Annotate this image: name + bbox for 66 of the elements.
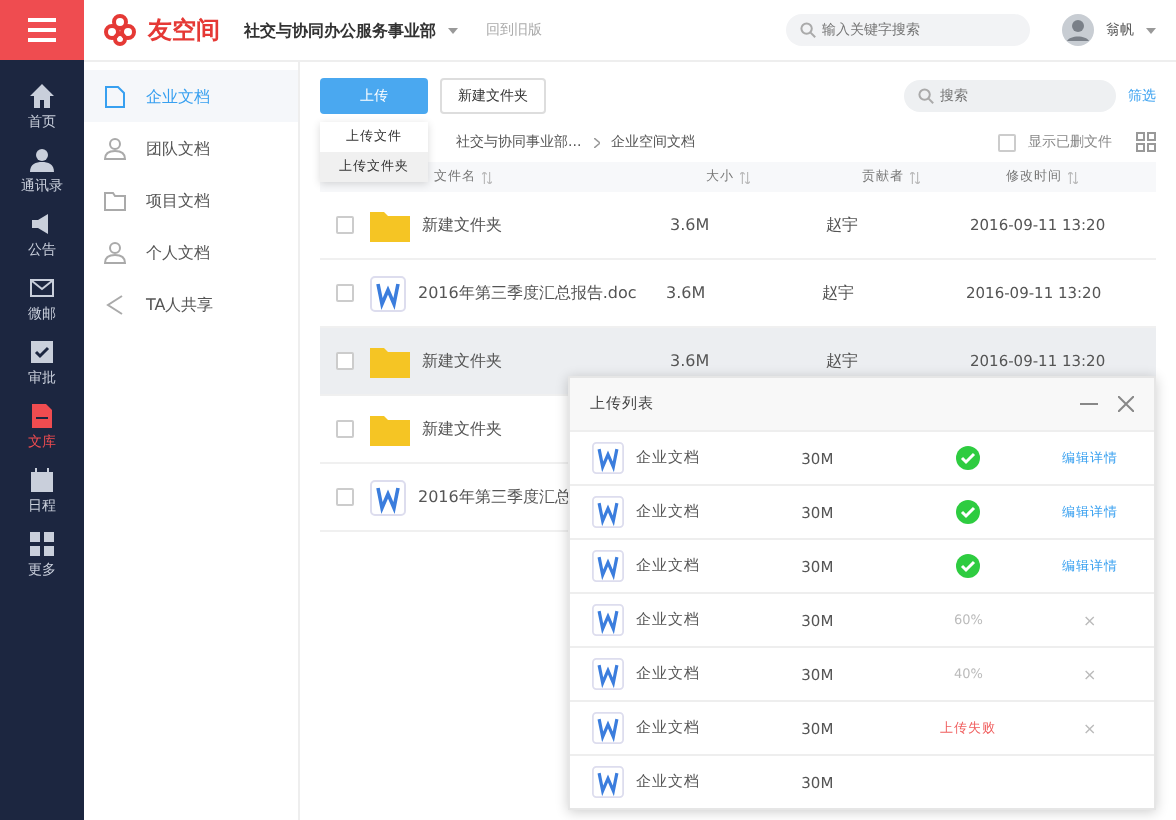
menu-icon [28, 18, 56, 42]
sidebar-item[interactable]: 团队文档 [84, 122, 298, 174]
close-icon[interactable] [1118, 396, 1134, 412]
table-cell: 3.6M [670, 216, 710, 234]
person-icon [104, 241, 126, 263]
sidebar-item[interactable]: 个人文档 [84, 226, 298, 278]
sort-icon[interactable] [482, 171, 492, 183]
person-icon [104, 137, 126, 159]
word-document-icon [592, 604, 624, 636]
logo-icon [104, 14, 136, 46]
sidebar-item[interactable]: TA人共享 [84, 278, 298, 330]
person-icon [30, 148, 54, 172]
word-document-icon [592, 442, 624, 474]
checkbox[interactable] [336, 352, 354, 370]
word-document-icon [592, 550, 624, 582]
sidebar-item[interactable]: 项目文档 [84, 174, 298, 226]
folder-icon [104, 189, 126, 211]
home-icon [30, 84, 54, 108]
calendar-icon [30, 468, 54, 492]
sort-icon[interactable] [910, 171, 920, 183]
speaker-icon [30, 212, 54, 236]
chevron-right-icon [593, 137, 600, 147]
document-icon [104, 85, 126, 107]
avatar-icon[interactable] [1062, 14, 1094, 46]
checkbox[interactable] [336, 284, 354, 302]
checkbox[interactable] [336, 488, 354, 506]
share-icon [104, 293, 126, 315]
grid-view-icon[interactable] [1136, 132, 1156, 152]
sort-icon[interactable] [1068, 171, 1078, 183]
file-name: 2016年第三季度汇总报告.doc [418, 284, 637, 302]
table-cell: 赵宇 [826, 216, 858, 234]
search-icon [918, 88, 934, 104]
success-icon [956, 554, 981, 578]
word-document-icon [370, 479, 406, 515]
organization-dropdown[interactable]: 社交与协同办公服务事业部 [244, 19, 436, 41]
checkbox[interactable] [998, 133, 1016, 151]
search-icon [800, 22, 816, 38]
folder-icon [370, 345, 410, 377]
word-document-icon [592, 766, 624, 798]
word-document-icon [370, 275, 406, 311]
folder-icon [370, 413, 410, 445]
document-icon [30, 404, 54, 428]
checkbox-icon [30, 340, 54, 364]
menu-button[interactable] [0, 0, 84, 60]
caret-icon [448, 27, 458, 33]
envelope-icon [30, 276, 54, 300]
checkbox[interactable] [336, 420, 354, 438]
table-cell: 赵宇 [822, 284, 854, 302]
checkbox[interactable] [336, 216, 354, 234]
success-icon [956, 500, 981, 524]
word-document-icon [592, 712, 624, 744]
table-cell: 3.6M [670, 352, 710, 370]
caret-icon [1146, 27, 1156, 33]
minimize-icon[interactable] [1080, 402, 1098, 406]
table-cell: 赵宇 [826, 352, 858, 370]
app-logo: 友空间 [148, 13, 220, 47]
word-document-icon [592, 496, 624, 528]
file-name: 新建文件夹 [422, 352, 502, 370]
folder-icon [370, 209, 410, 241]
grid-icon [30, 532, 54, 556]
file-name: 新建文件夹 [422, 216, 502, 234]
file-name: 新建文件夹 [422, 420, 502, 438]
sort-icon[interactable] [740, 171, 750, 183]
success-icon [956, 446, 981, 470]
table-cell: 3.6M [666, 284, 706, 302]
word-document-icon [592, 658, 624, 690]
